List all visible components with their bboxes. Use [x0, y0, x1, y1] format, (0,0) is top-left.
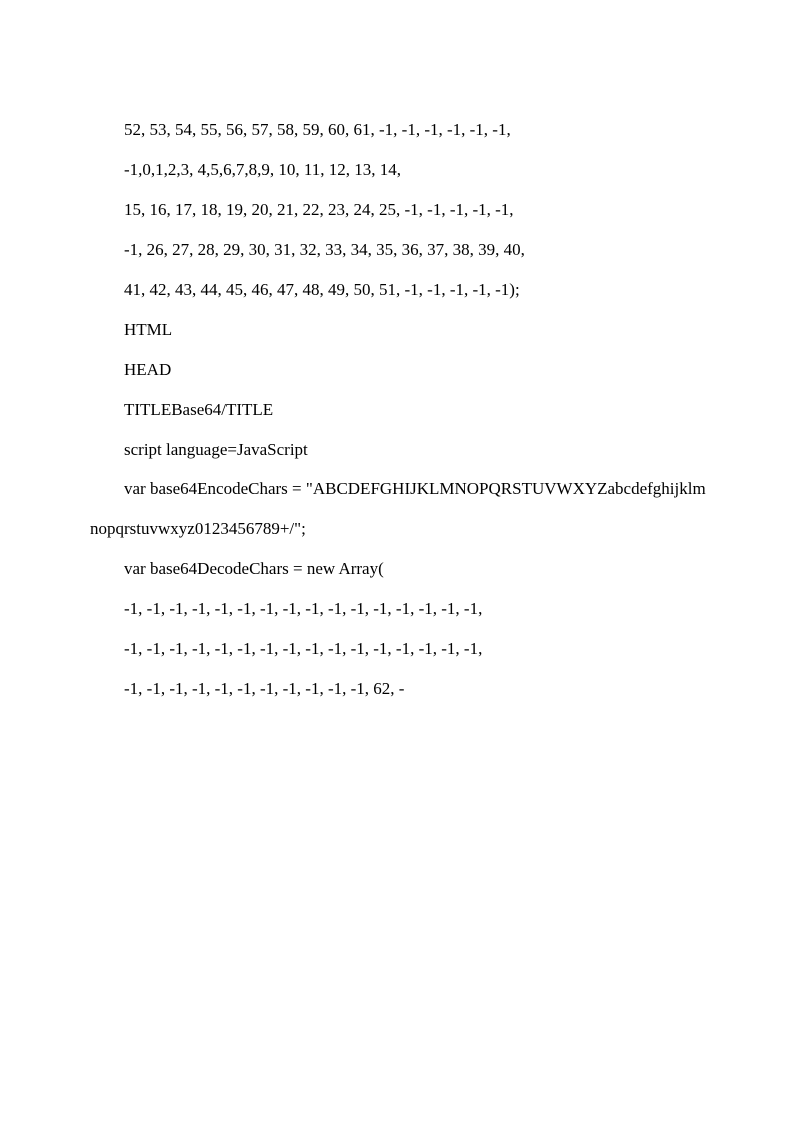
code-line: -1, -1, -1, -1, -1, -1, -1, -1, -1, -1, …: [90, 589, 710, 629]
code-line: 15, 16, 17, 18, 19, 20, 21, 22, 23, 24, …: [90, 190, 710, 230]
code-line: script language=JavaScript: [90, 430, 710, 470]
code-line: 52, 53, 54, 55, 56, 57, 58, 59, 60, 61, …: [90, 110, 710, 150]
code-line: HEAD: [90, 350, 710, 390]
code-line: -1, -1, -1, -1, -1, -1, -1, -1, -1, -1, …: [90, 669, 710, 709]
code-line: HTML: [90, 310, 710, 350]
code-line: -1,0,1,2,3, 4,5,6,7,8,9, 10, 11, 12, 13,…: [90, 150, 710, 190]
code-line: var base64EncodeChars = "ABCDEFGHIJKLMNO…: [90, 469, 710, 549]
code-line: TITLEBase64/TITLE: [90, 390, 710, 430]
code-line: var base64DecodeChars = new Array(: [90, 549, 710, 589]
document-content: 52, 53, 54, 55, 56, 57, 58, 59, 60, 61, …: [90, 110, 710, 709]
code-line: -1, 26, 27, 28, 29, 30, 31, 32, 33, 34, …: [90, 230, 710, 270]
code-line: -1, -1, -1, -1, -1, -1, -1, -1, -1, -1, …: [90, 629, 710, 669]
code-line: 41, 42, 43, 44, 45, 46, 47, 48, 49, 50, …: [90, 270, 710, 310]
